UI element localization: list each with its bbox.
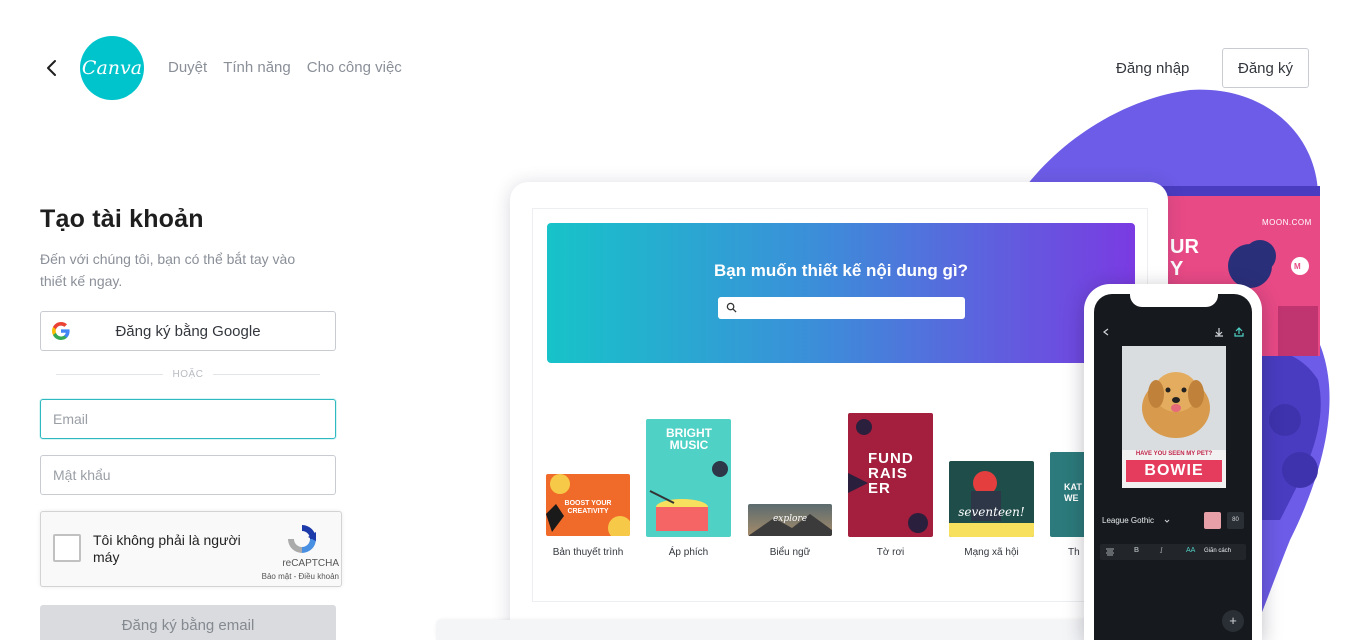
- tile-partial[interactable]: KAT WE: [1050, 452, 1086, 537]
- flyer-art-text: FUND RAIS ER: [868, 450, 914, 497]
- tile-flyer[interactable]: FUND RAIS ER: [848, 413, 933, 537]
- back-card-headline: UR Y: [1170, 236, 1199, 280]
- phone-notch: [1130, 294, 1218, 307]
- laptop-mockup: Bạn muốn thiết kế nội dung gì?: [510, 182, 1168, 640]
- poster-question: HAVE YOU SEEN MY PET?: [1135, 451, 1213, 457]
- tile-presentation[interactable]: BOOST YOUR CREATIVITY: [546, 474, 630, 536]
- tile-label-presentation: Bản thuyết trình: [552, 547, 624, 558]
- back-card-site: MOON.COM: [1262, 218, 1312, 227]
- add-element-button[interactable]: +: [1222, 610, 1244, 632]
- poster-pet-name: BOWIE: [1126, 460, 1222, 482]
- font-controls: League Gothic 80: [1102, 512, 1246, 532]
- tile-social-media[interactable]: seventeen!: [949, 461, 1034, 537]
- font-size-field[interactable]: 80: [1227, 512, 1244, 529]
- spacing-button[interactable]: Giãn cách: [1204, 548, 1231, 554]
- hero-title: Bạn muốn thiết kế nội dung gì?: [713, 261, 969, 280]
- tile-label-social-media: Mạng xã hội: [964, 547, 1019, 558]
- hero-illustration: MOON.COM UR Y M Bạn muốn thiết kế nội du…: [0, 0, 1350, 640]
- hero-banner: Bạn muốn thiết kế nội dung gì?: [547, 223, 1135, 363]
- pet-poster[interactable]: HAVE YOU SEEN MY PET? BOWIE: [1122, 346, 1226, 488]
- tile-label-poster: Áp phích: [668, 547, 709, 558]
- hero-search-input[interactable]: [718, 297, 965, 319]
- partial-art-text: KAT WE: [1064, 482, 1082, 503]
- social-art-text: seventeen!: [958, 505, 1025, 519]
- dog-photo: [1122, 346, 1226, 450]
- download-icon[interactable]: [1214, 327, 1224, 337]
- tile-label-banner: Biểu ngữ: [769, 547, 811, 558]
- phone-back-icon[interactable]: [1102, 328, 1110, 336]
- presentation-art-text: BOOST YOUR CREATIVITY: [564, 500, 612, 515]
- tile-poster[interactable]: BRIGHT MUSIC: [646, 419, 731, 537]
- laptop-base: [436, 620, 1136, 640]
- social-photo-art: [949, 471, 1034, 537]
- tile-banner[interactable]: explore: [748, 504, 832, 536]
- italic-button[interactable]: I: [1160, 547, 1163, 555]
- text-color-swatch[interactable]: [1204, 512, 1221, 529]
- bold-button[interactable]: B: [1134, 547, 1139, 554]
- text-format-toolbar: B I AA Giãn cách: [1100, 544, 1246, 560]
- banner-art-text: explore: [772, 514, 808, 524]
- phone-screen: HAVE YOU SEEN MY PET? BOWIE League Gothi…: [1094, 294, 1252, 640]
- font-dropdown-icon[interactable]: [1164, 518, 1170, 524]
- text-case-button[interactable]: AA: [1186, 547, 1195, 554]
- align-icon[interactable]: [1106, 548, 1114, 556]
- share-icon[interactable]: [1234, 327, 1244, 337]
- search-icon: [726, 302, 737, 313]
- font-name-selector[interactable]: League Gothic: [1102, 516, 1154, 525]
- tile-label-flyer: Tờ rơi: [876, 547, 905, 558]
- laptop-screen: Bạn muốn thiết kế nội dung gì?: [532, 208, 1148, 602]
- back-card-badge: M: [1294, 262, 1301, 271]
- phone-mockup: HAVE YOU SEEN MY PET? BOWIE League Gothi…: [1084, 284, 1262, 640]
- poster-art-text: BRIGHT MUSIC: [666, 426, 712, 452]
